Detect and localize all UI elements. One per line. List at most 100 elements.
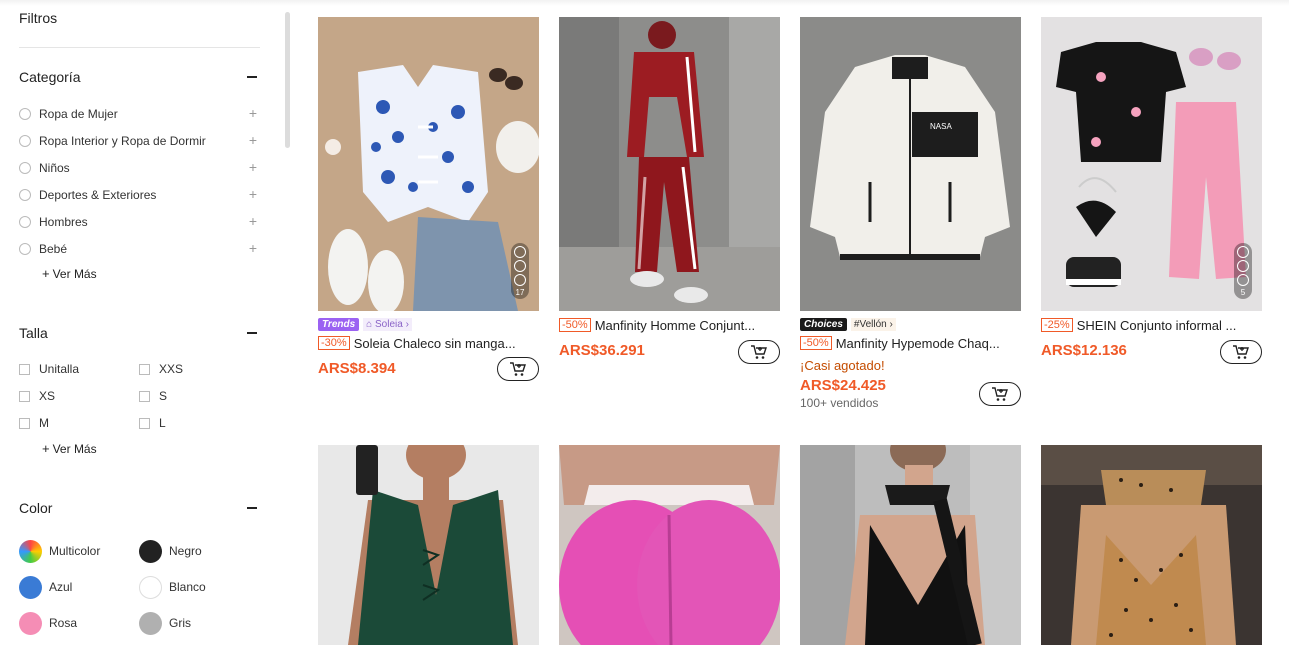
color-label: Negro xyxy=(169,544,202,558)
product-price: ARS$8.394 xyxy=(318,360,396,377)
product-title[interactable]: Soleia Chaleco sin manga... xyxy=(354,336,516,351)
white-swatch-icon[interactable] xyxy=(139,575,162,599)
discount-badge: -50% xyxy=(559,318,591,332)
size-option-s[interactable]: S xyxy=(139,388,167,404)
product-title-row[interactable]: -30% Soleia Chaleco sin manga... xyxy=(318,335,539,351)
radio-icon[interactable] xyxy=(19,216,31,228)
product-image[interactable] xyxy=(318,445,539,645)
expand-plus-icon[interactable]: + xyxy=(249,213,257,229)
color-option-azul[interactable]: Azul xyxy=(19,575,72,599)
product-image[interactable] xyxy=(800,445,1021,645)
radio-icon[interactable] xyxy=(19,162,31,174)
checkbox-icon[interactable] xyxy=(139,363,150,375)
color-option-multicolor[interactable]: Multicolor xyxy=(19,539,100,563)
product-card[interactable] xyxy=(1041,445,1262,645)
image-count: 17 xyxy=(515,288,525,297)
image-carousel-indicator[interactable]: 17 xyxy=(511,243,529,299)
category-item-deportes[interactable]: Deportes & Exteriores + xyxy=(19,186,257,204)
plus-icon: + xyxy=(42,266,50,281)
sidebar-scrollbar[interactable] xyxy=(285,12,290,148)
store-name: Soleia xyxy=(375,318,403,330)
product-card[interactable] xyxy=(318,445,539,645)
product-title[interactable]: SHEIN Conjunto informal ... xyxy=(1077,318,1237,333)
size-option-xxs[interactable]: XXS xyxy=(139,361,183,377)
product-image[interactable]: 17 xyxy=(318,17,539,311)
checkbox-icon[interactable] xyxy=(139,417,150,429)
black-swatch-icon[interactable] xyxy=(139,539,162,563)
size-label: L xyxy=(159,416,166,430)
gray-swatch-icon[interactable] xyxy=(139,611,162,635)
pink-swatch-icon[interactable] xyxy=(19,611,42,635)
category-label: Bebé xyxy=(39,242,68,256)
tag-name: #Vellón xyxy=(853,318,887,330)
store-icon: ⌂ xyxy=(366,318,375,330)
size-option-unitalla[interactable]: Unitalla xyxy=(19,361,79,377)
size-option-xs[interactable]: XS xyxy=(19,388,55,404)
checkbox-icon[interactable] xyxy=(19,417,30,429)
see-more-label: Ver Más xyxy=(52,267,97,281)
color-option-rosa[interactable]: Rosa xyxy=(19,611,77,635)
product-image[interactable] xyxy=(559,17,780,311)
radio-icon[interactable] xyxy=(19,135,31,147)
expand-plus-icon[interactable]: + xyxy=(249,240,257,256)
color-option-gris[interactable]: Gris xyxy=(139,611,191,635)
product-image[interactable]: NASA xyxy=(800,17,1021,311)
product-card[interactable]: -50% Manfinity Homme Conjunt... ARS$36.2… xyxy=(559,17,780,387)
size-option-m[interactable]: M xyxy=(19,415,49,431)
category-collapse-icon[interactable] xyxy=(247,76,257,78)
badges: Choices #Vellón › xyxy=(800,317,896,331)
checkbox-icon[interactable] xyxy=(19,390,30,402)
size-option-l[interactable]: L xyxy=(139,415,166,431)
radio-icon[interactable] xyxy=(19,243,31,255)
tag-badge[interactable]: #Vellón › xyxy=(850,317,896,331)
cart-plus-icon xyxy=(510,362,526,376)
radio-icon[interactable] xyxy=(19,189,31,201)
category-see-more-link[interactable]: + Ver Más xyxy=(42,266,97,281)
color-label: Azul xyxy=(49,580,73,594)
size-see-more-link[interactable]: + Ver Más xyxy=(42,441,97,456)
category-label: Niños xyxy=(39,161,70,175)
image-carousel-indicator[interactable]: 5 xyxy=(1234,243,1252,299)
chevron-right-icon: › xyxy=(402,318,409,330)
category-item-bebe[interactable]: Bebé + xyxy=(19,240,257,258)
add-to-cart-button[interactable] xyxy=(497,357,539,381)
blue-swatch-icon[interactable] xyxy=(19,575,42,599)
product-card[interactable] xyxy=(559,445,780,645)
product-title-row[interactable]: -25% SHEIN Conjunto informal ... xyxy=(1041,317,1262,333)
multicolor-swatch-icon[interactable] xyxy=(19,539,42,563)
product-image[interactable] xyxy=(559,445,780,645)
radio-icon[interactable] xyxy=(19,108,31,120)
color-option-negro[interactable]: Negro xyxy=(139,539,202,563)
category-item-ninos[interactable]: Niños + xyxy=(19,159,257,177)
checkbox-icon[interactable] xyxy=(19,363,30,375)
product-card[interactable] xyxy=(800,445,1021,645)
category-item-ropa-interior[interactable]: Ropa Interior y Ropa de Dormir + xyxy=(19,132,257,150)
expand-plus-icon[interactable]: + xyxy=(249,105,257,121)
product-title[interactable]: Manfinity Homme Conjunt... xyxy=(595,318,755,333)
add-to-cart-button[interactable] xyxy=(979,382,1021,406)
expand-plus-icon[interactable]: + xyxy=(249,132,257,148)
color-collapse-icon[interactable] xyxy=(247,507,257,509)
category-section-title: Categoría xyxy=(19,69,81,85)
category-item-ropa-de-mujer[interactable]: Ropa de Mujer + xyxy=(19,105,257,123)
add-to-cart-button[interactable] xyxy=(738,340,780,364)
product-title[interactable]: Manfinity Hypemode Chaq... xyxy=(836,336,1000,351)
product-title-row[interactable]: -50% Manfinity Homme Conjunt... xyxy=(559,317,780,333)
checkbox-icon[interactable] xyxy=(139,390,150,402)
category-item-hombres[interactable]: Hombres + xyxy=(19,213,257,231)
color-label: Multicolor xyxy=(49,544,101,558)
store-badge[interactable]: ⌂ Soleia › xyxy=(363,317,412,331)
product-image[interactable] xyxy=(1041,445,1262,645)
expand-plus-icon[interactable]: + xyxy=(249,186,257,202)
product-card[interactable]: 5 -25% SHEIN Conjunto informal ... ARS$1… xyxy=(1041,17,1262,387)
add-to-cart-button[interactable] xyxy=(1220,340,1262,364)
size-collapse-icon[interactable] xyxy=(247,332,257,334)
product-card[interactable]: NASA Choices #Vellón › -50% Manfinity Hy… xyxy=(800,17,1021,417)
expand-plus-icon[interactable]: + xyxy=(249,159,257,175)
color-option-blanco[interactable]: Blanco xyxy=(139,575,206,599)
product-card[interactable]: 17 Trends ⌂ Soleia › -30% Soleia Chaleco… xyxy=(318,17,539,387)
product-title-row[interactable]: -50% Manfinity Hypemode Chaq... xyxy=(800,335,1021,351)
product-image[interactable]: 5 xyxy=(1041,17,1262,311)
size-label: M xyxy=(39,416,49,430)
see-more-label: Ver Más xyxy=(52,442,97,456)
